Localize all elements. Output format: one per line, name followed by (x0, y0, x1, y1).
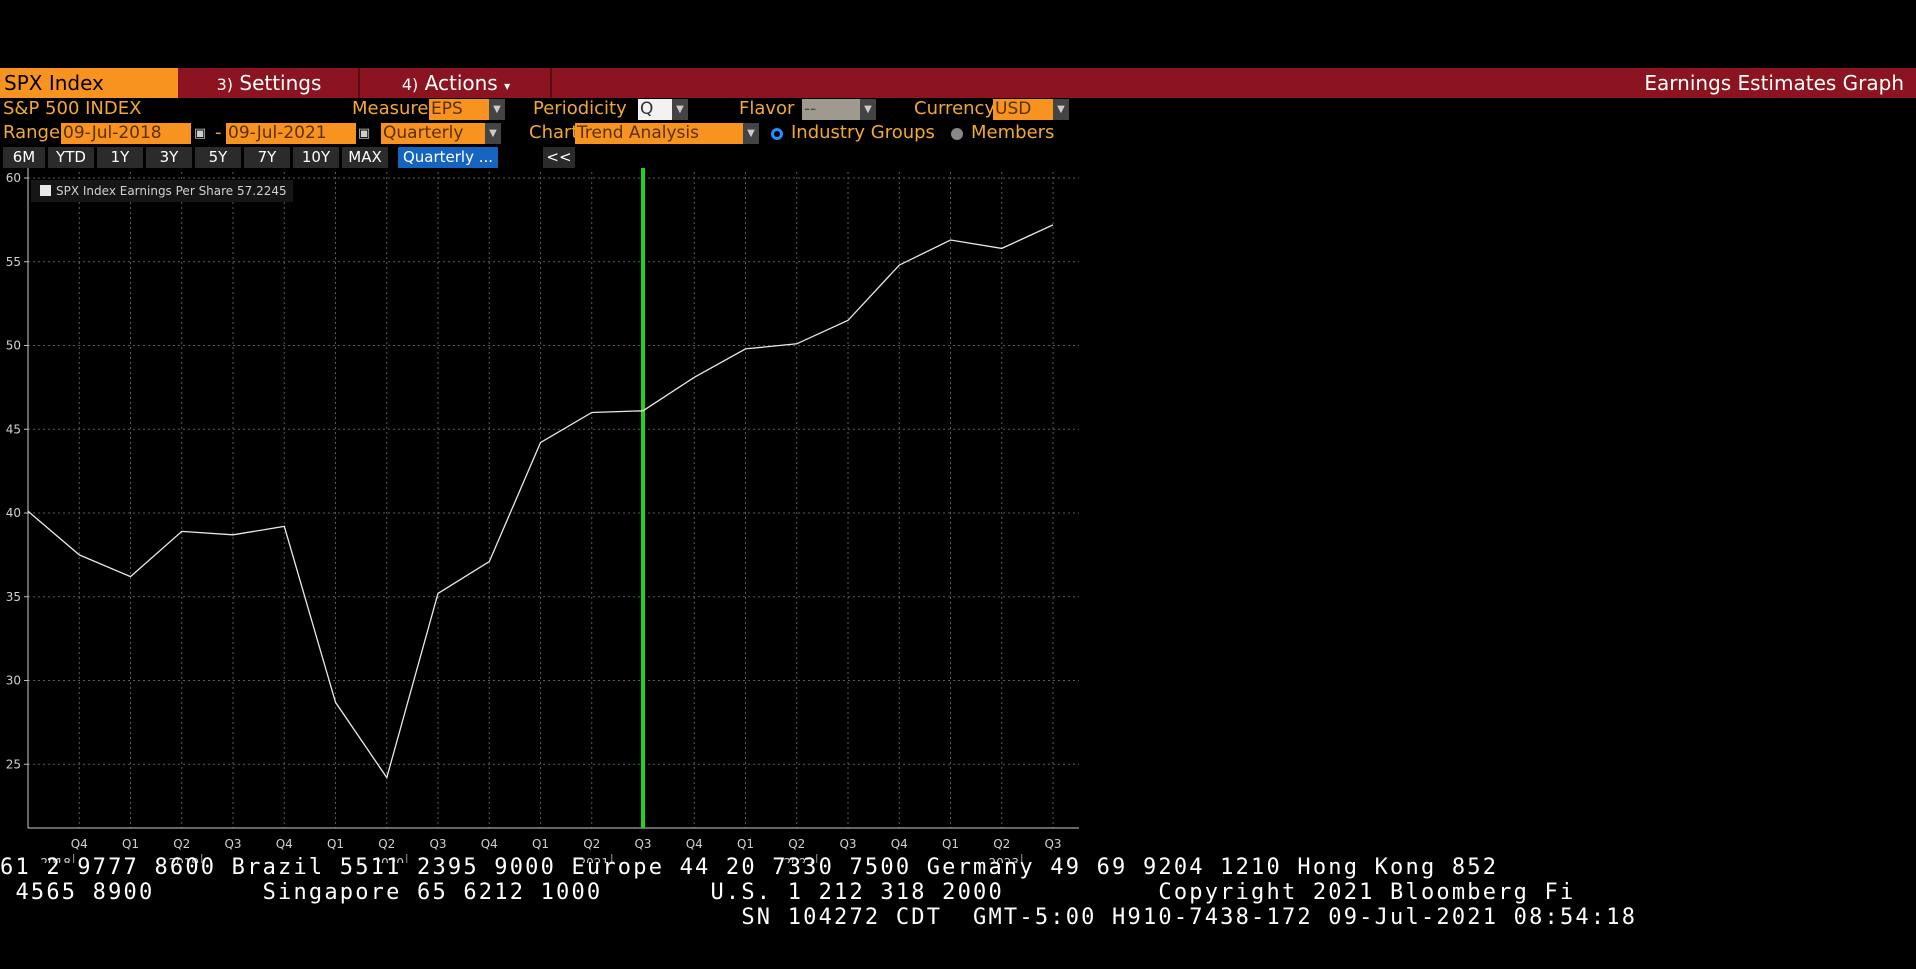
collapse-panel-button[interactable]: << (543, 147, 575, 168)
range-start-field[interactable]: 09-Jul-2018 (61, 123, 191, 144)
security-name: S&P 500 INDEX (3, 98, 142, 119)
x-tick-label: Q3 (224, 837, 241, 851)
legend-swatch (40, 185, 51, 196)
terminal-line-3: SN 104272 CDT GMT-5:00 H910-7438-172 09-… (0, 905, 1638, 930)
x-tick-label: Q4 (276, 837, 293, 851)
y-tick-label: 55 (6, 255, 21, 269)
currency-dropdown[interactable]: USD (993, 99, 1053, 120)
y-tick-label: 25 (6, 757, 21, 771)
x-tick-label: Q4 (481, 837, 498, 851)
members-radio[interactable] (951, 128, 963, 140)
flavor-dropdown-arrow[interactable]: ▼ (860, 99, 876, 120)
y-tick-label: 45 (6, 422, 21, 436)
x-tick-label: Q4 (71, 837, 88, 851)
measure-dropdown-arrow[interactable]: ▼ (489, 99, 505, 120)
periodicity-dropdown-arrow[interactable]: ▼ (672, 99, 688, 120)
members-label: Members (971, 122, 1055, 143)
terminal-line-1: 61 2 9777 8600 Brazil 5511 2395 9000 Eur… (0, 855, 1499, 880)
flavor-label: Flavor (739, 98, 795, 119)
x-tick-label: Q1 (327, 837, 344, 851)
chart-grid (28, 172, 1079, 828)
actions-number: 4) (401, 75, 419, 94)
x-tick-label: Q4 (891, 837, 908, 851)
settings-label: Settings (239, 71, 322, 95)
x-tick-label: Q3 (839, 837, 856, 851)
y-tick-label: 35 (6, 590, 21, 604)
legend-label: SPX Index Earnings Per Share 57.2245 (56, 184, 287, 198)
security-ticker-field[interactable]: SPX Index (0, 68, 178, 98)
x-tick-label: Q4 (686, 837, 703, 851)
x-tick-label: Q3 (429, 837, 446, 851)
range-separator: - (215, 122, 222, 143)
x-tick-label: Q2 (993, 837, 1010, 851)
range-button-5y[interactable]: 5Y (195, 147, 241, 168)
measure-dropdown[interactable]: EPS (429, 99, 489, 120)
actions-label: Actions (424, 71, 498, 95)
industry-groups-radio[interactable] (771, 128, 783, 140)
x-tick-label: Q1 (737, 837, 754, 851)
measure-label: Measure (352, 98, 429, 119)
x-tick-label: Q2 (173, 837, 190, 851)
x-tick-label: Q1 (532, 837, 549, 851)
frequency-dropdown-arrow[interactable]: ▼ (485, 123, 501, 144)
y-axis-labels: 25 30 35 40 45 50 55 60 (6, 171, 21, 771)
chart-type-dropdown[interactable]: Trend Analysis (575, 123, 743, 144)
range-button-10y[interactable]: 10Y (293, 147, 339, 168)
range-button-3y[interactable]: 3Y (146, 147, 192, 168)
range-label: Range (3, 122, 61, 143)
chart-type-dropdown-arrow[interactable]: ▼ (743, 123, 759, 144)
currency-label: Currency (914, 98, 996, 119)
range-button-7y[interactable]: 7Y (244, 147, 290, 168)
frequency-dropdown[interactable]: Quarterly (381, 123, 485, 144)
range-button-ytd[interactable]: YTD (48, 147, 94, 168)
terminal-line-2: 4565 8900 Singapore 65 6212 1000 U.S. 1 … (0, 880, 1576, 905)
y-tick-label: 60 (6, 171, 21, 185)
periodicity-label: Periodicity (533, 98, 627, 119)
x-tick-label: Q2 (378, 837, 395, 851)
y-tick-label: 40 (6, 506, 21, 520)
chevron-down-icon: ▾ (504, 79, 511, 93)
x-tick-label: Q1 (942, 837, 959, 851)
calendar-icon[interactable]: ▣ (357, 123, 371, 144)
y-tick-label: 30 (6, 674, 21, 688)
calendar-icon[interactable]: ▣ (193, 123, 207, 144)
range-end-field[interactable]: 09-Jul-2021 (226, 123, 356, 144)
actions-menu[interactable]: 4) Actions ▾ (362, 68, 552, 98)
range-button-max[interactable]: MAX (342, 147, 388, 168)
settings-number: 3) (216, 75, 234, 94)
chart-label: Chart (529, 122, 579, 143)
x-tick-label: Q3 (634, 837, 651, 851)
y-tick-label: 50 (6, 339, 21, 353)
periodicity-dropdown[interactable]: Q (638, 99, 672, 120)
x-tick-label: Q2 (583, 837, 600, 851)
flavor-dropdown[interactable]: -- (802, 99, 860, 120)
currency-dropdown-arrow[interactable]: ▼ (1053, 99, 1069, 120)
x-tick-label: Q1 (122, 837, 139, 851)
settings-menu[interactable]: 3) Settings (180, 68, 360, 98)
range-button-1y[interactable]: 1Y (97, 147, 143, 168)
range-button-6m[interactable]: 6M (3, 147, 45, 168)
eps-line-chart: 25 30 35 40 45 50 55 60 Q4 Q1 Q2 Q3 Q4 Q1 Q2 Q3 Q4 Q1 Q2 Q… (6, 168, 1079, 863)
chart-legend: SPX Index Earnings Per Share 57.2245 (31, 180, 293, 202)
page-title: Earnings Estimates Graph (1644, 71, 1904, 95)
x-tick-label: Q3 (1044, 837, 1061, 851)
x-tick-label: Q2 (788, 837, 805, 851)
quarterly-button[interactable]: Quarterly ... (398, 147, 498, 168)
industry-groups-label: Industry Groups (791, 122, 935, 143)
